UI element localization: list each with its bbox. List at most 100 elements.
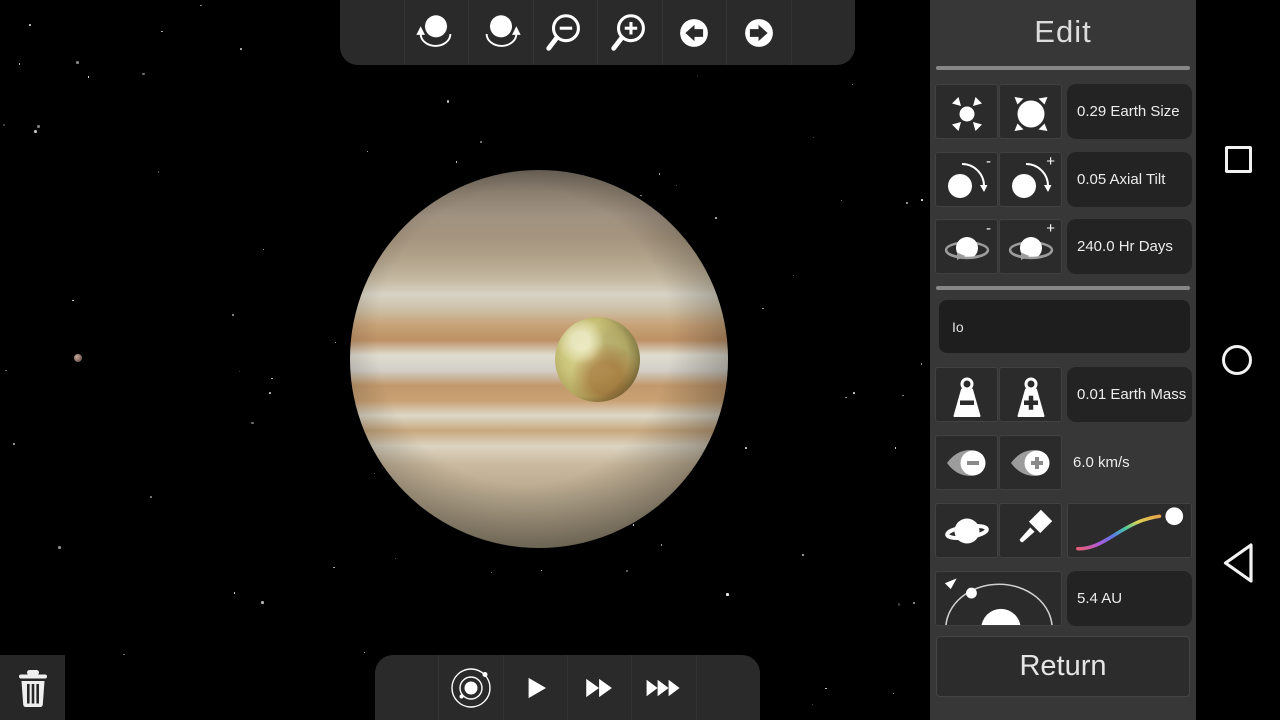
star bbox=[853, 392, 855, 394]
orbit-overview-button[interactable] bbox=[438, 655, 502, 720]
velocity-increase-button[interactable] bbox=[999, 435, 1062, 490]
star bbox=[58, 546, 61, 549]
home-button[interactable] bbox=[1222, 345, 1252, 375]
play-button[interactable] bbox=[503, 655, 567, 720]
star bbox=[374, 473, 376, 475]
star bbox=[447, 100, 450, 103]
velocity-decrease-icon bbox=[943, 439, 991, 487]
grow-planet-icon bbox=[1007, 88, 1055, 136]
star bbox=[661, 544, 663, 546]
rotate-counterclockwise-icon bbox=[413, 10, 459, 56]
star bbox=[541, 570, 543, 572]
spin-increase-button[interactable]: + bbox=[999, 219, 1062, 274]
star bbox=[240, 48, 242, 50]
star bbox=[232, 314, 234, 316]
star bbox=[123, 654, 125, 656]
star bbox=[142, 73, 145, 76]
back-button[interactable] bbox=[1220, 540, 1256, 586]
app-screen: Edit 0.29 Earth Size bbox=[0, 0, 1280, 720]
star bbox=[239, 371, 241, 373]
tilt-value-label: 0.05 Axial Tilt bbox=[1067, 152, 1192, 207]
shrink-planet-button[interactable] bbox=[935, 84, 998, 139]
mass-increase-button[interactable] bbox=[999, 367, 1062, 422]
panel-title: Edit bbox=[930, 0, 1196, 64]
star bbox=[19, 63, 21, 65]
fast-forward-icon bbox=[578, 666, 622, 710]
size-value-label: 0.29 Earth Size bbox=[1067, 84, 1192, 139]
star bbox=[726, 593, 729, 596]
planet-rings-icon bbox=[943, 507, 991, 555]
grow-planet-button[interactable] bbox=[999, 84, 1062, 139]
star bbox=[802, 554, 805, 557]
star bbox=[913, 602, 915, 604]
io-moon[interactable] bbox=[555, 317, 640, 402]
star bbox=[263, 249, 265, 251]
star bbox=[72, 300, 74, 302]
fastest-forward-icon bbox=[642, 666, 686, 710]
star bbox=[5, 370, 7, 372]
fast-forward-button[interactable] bbox=[567, 655, 631, 720]
velocity-decrease-button[interactable] bbox=[935, 435, 998, 490]
star bbox=[395, 558, 397, 560]
star bbox=[251, 422, 254, 425]
color-curve-button[interactable] bbox=[1067, 503, 1192, 558]
minus-sign: - bbox=[986, 154, 991, 169]
tilt-decrease-icon bbox=[943, 156, 991, 204]
star bbox=[158, 171, 160, 173]
zoom-out-button[interactable] bbox=[533, 0, 598, 65]
star bbox=[335, 342, 337, 344]
star bbox=[676, 185, 678, 187]
star bbox=[845, 397, 847, 399]
rotate-right-button[interactable] bbox=[468, 0, 533, 65]
return-button[interactable]: Return bbox=[936, 636, 1190, 697]
star bbox=[893, 693, 895, 695]
star bbox=[234, 592, 236, 594]
star bbox=[715, 217, 717, 219]
pan-right-button[interactable] bbox=[726, 0, 791, 65]
zoom-in-button[interactable] bbox=[597, 0, 662, 65]
star bbox=[150, 496, 152, 498]
star bbox=[813, 137, 815, 139]
toolbar-spacer bbox=[696, 655, 760, 720]
star bbox=[161, 31, 163, 33]
orbit-distance-icon bbox=[936, 571, 1061, 626]
rotate-left-button[interactable] bbox=[404, 0, 469, 65]
mass-decrease-button[interactable] bbox=[935, 367, 998, 422]
fastest-forward-button[interactable] bbox=[631, 655, 695, 720]
shrink-planet-icon bbox=[943, 88, 991, 136]
recent-apps-button[interactable] bbox=[1225, 146, 1252, 173]
star bbox=[261, 601, 264, 604]
mass-increase-icon bbox=[1007, 371, 1055, 419]
pan-right-icon bbox=[736, 10, 782, 56]
star bbox=[697, 75, 699, 77]
star bbox=[269, 392, 271, 394]
star bbox=[3, 124, 5, 126]
distant-planet[interactable] bbox=[74, 354, 82, 362]
pan-left-button[interactable] bbox=[662, 0, 727, 65]
mass-value-label: 0.01 Earth Mass bbox=[1067, 367, 1192, 422]
planet-name-input[interactable] bbox=[939, 300, 1190, 353]
gas-giant-planet[interactable] bbox=[350, 170, 728, 548]
velocity-increase-icon bbox=[1007, 439, 1055, 487]
spin-decrease-button[interactable]: - bbox=[935, 219, 998, 274]
toolbar-spacer bbox=[375, 655, 438, 720]
tilt-decrease-button[interactable]: - bbox=[935, 152, 998, 207]
star bbox=[895, 447, 897, 449]
separator bbox=[936, 286, 1190, 290]
plus-sign: + bbox=[1046, 154, 1055, 169]
star bbox=[271, 378, 273, 380]
planet-rings-button[interactable] bbox=[935, 503, 998, 558]
star bbox=[76, 61, 79, 64]
delete-button[interactable] bbox=[0, 655, 65, 720]
star bbox=[626, 570, 629, 573]
star bbox=[333, 567, 335, 569]
tilt-increase-button[interactable]: + bbox=[999, 152, 1062, 207]
spin-decrease-icon bbox=[943, 223, 991, 271]
star bbox=[88, 76, 90, 78]
star bbox=[812, 704, 814, 706]
toolbar-spacer bbox=[791, 0, 856, 65]
paint-brush-button[interactable] bbox=[999, 503, 1062, 558]
star bbox=[745, 447, 747, 449]
play-icon bbox=[513, 666, 557, 710]
orbit-distance-button[interactable] bbox=[935, 571, 1062, 626]
